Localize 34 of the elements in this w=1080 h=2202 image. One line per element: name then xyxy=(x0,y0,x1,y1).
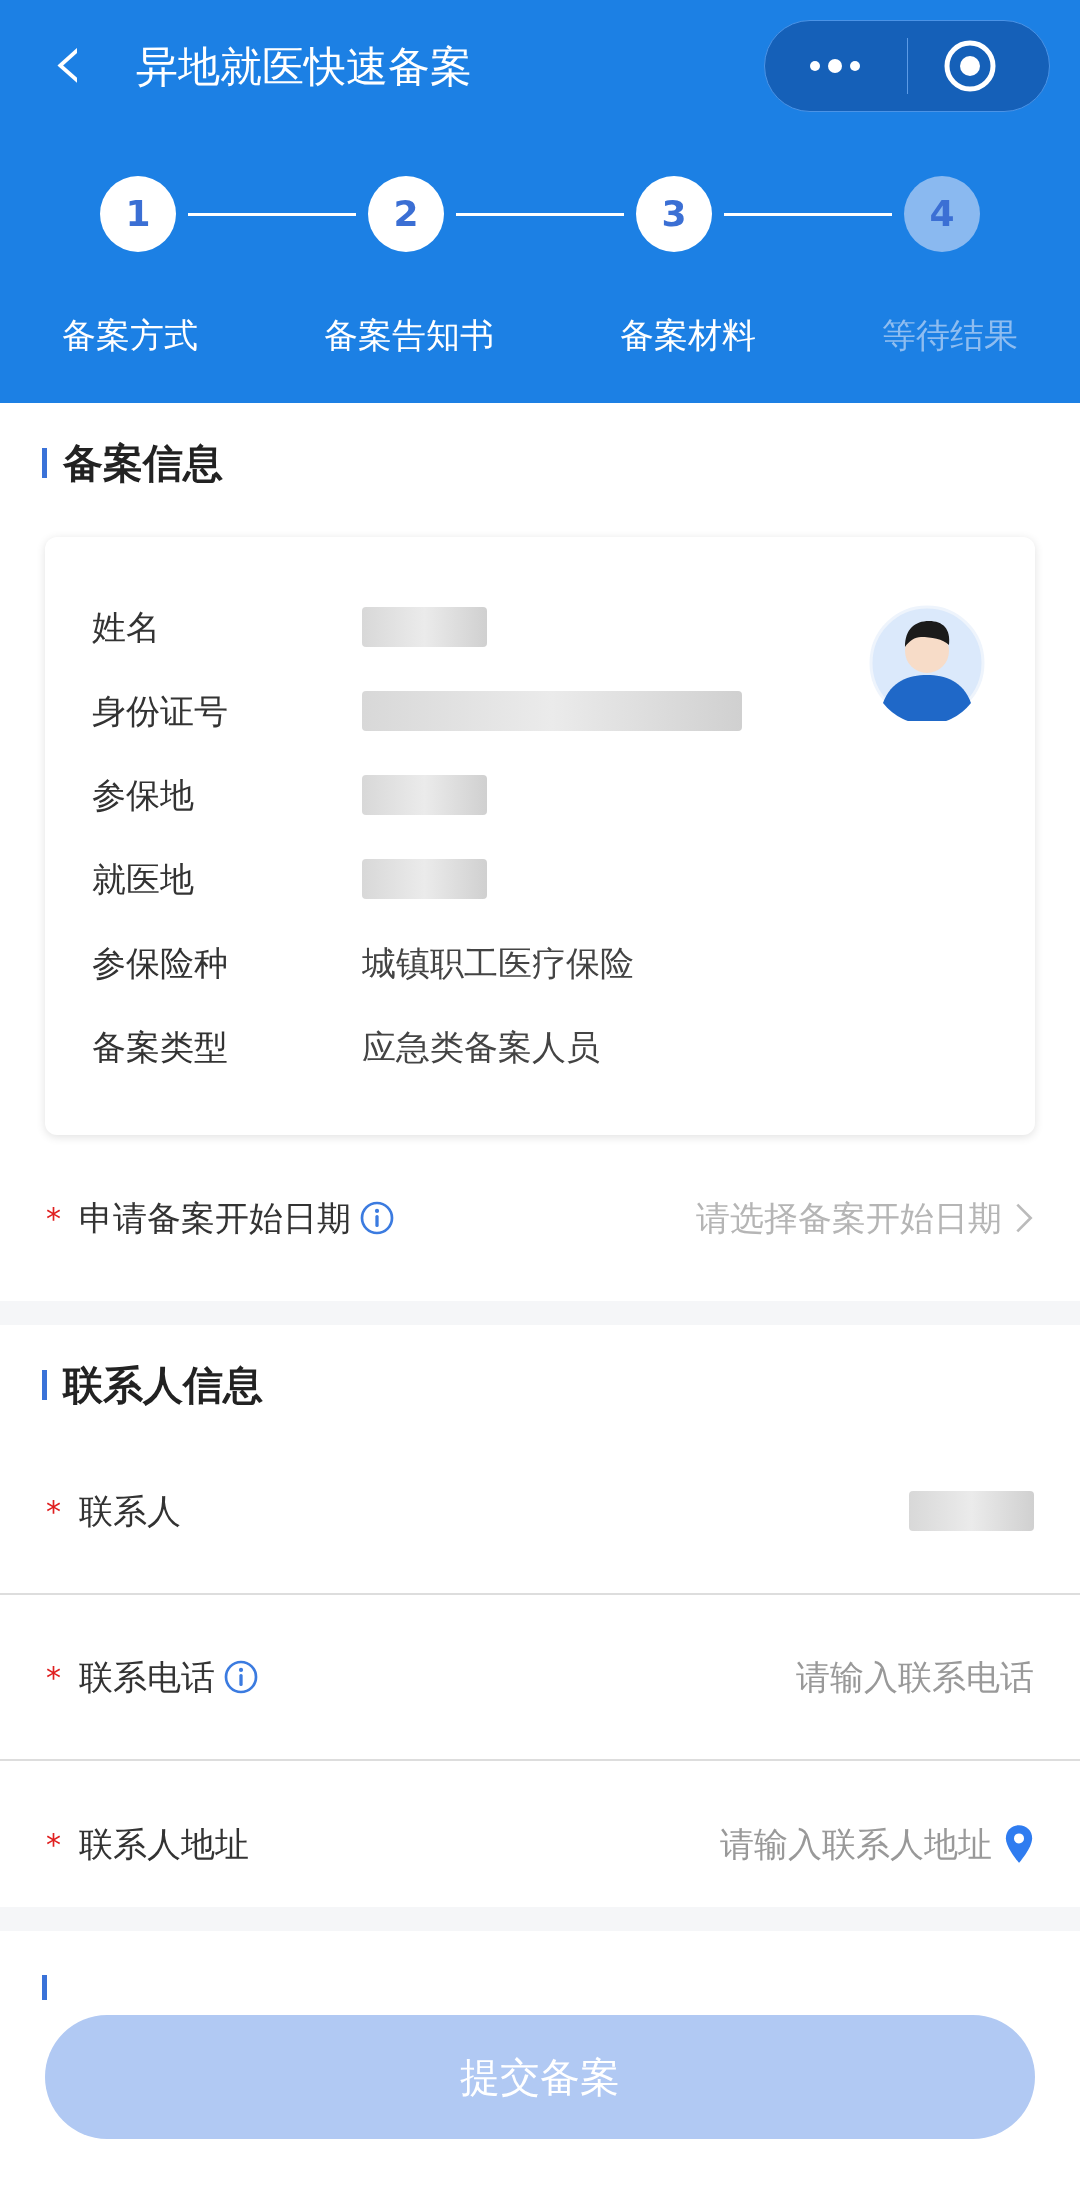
location-pin-icon[interactable] xyxy=(1004,1824,1034,1864)
info-label: 参保地 xyxy=(92,773,195,817)
field-label: 联系电话 xyxy=(79,1655,215,1699)
page-title: 异地就医快速备案 xyxy=(136,40,472,93)
text-field[interactable]: 请输入联系电话 xyxy=(614,1651,1034,1703)
required-asterisk: * xyxy=(46,1825,61,1864)
target-icon[interactable] xyxy=(942,38,998,94)
required-asterisk: * xyxy=(46,1658,61,1697)
info-value: 城镇职工医疗保险 xyxy=(362,941,634,985)
info-label: 姓名 xyxy=(92,605,161,649)
section-title: 联系人信息 xyxy=(63,1361,263,1410)
info-label: 身份证号 xyxy=(92,689,229,733)
section-accent-bar xyxy=(42,1370,47,1400)
date-picker-placeholder[interactable]: 请选择备案开始日期 xyxy=(696,1192,1002,1244)
step-label: 等待结果 xyxy=(882,314,1018,357)
required-asterisk: * xyxy=(46,1199,61,1238)
section-accent-bar xyxy=(42,448,47,478)
step-label: 备案告知书 xyxy=(324,314,494,357)
info-label: 就医地 xyxy=(92,857,195,901)
required-asterisk: * xyxy=(46,1492,61,1531)
text-field[interactable]: 请输入联系人地址 xyxy=(572,1818,992,1870)
field-label: 联系人 xyxy=(79,1489,181,1533)
step-label: 备案方式 xyxy=(62,314,198,357)
info-value: 应急类备案人员 xyxy=(362,1025,600,1069)
section-title: 备案信息 xyxy=(63,439,223,488)
back-button[interactable]: ‹ xyxy=(46,19,90,113)
field-label: 申请备案开始日期 xyxy=(79,1196,351,1240)
info-label: 参保险种 xyxy=(92,941,229,985)
info-icon[interactable] xyxy=(223,1659,259,1695)
info-icon[interactable] xyxy=(359,1200,395,1236)
field-label: 联系人地址 xyxy=(79,1822,249,1866)
info-label: 备案类型 xyxy=(92,1025,229,1069)
person-avatar-icon xyxy=(869,605,985,721)
step-label: 备案材料 xyxy=(620,314,756,357)
